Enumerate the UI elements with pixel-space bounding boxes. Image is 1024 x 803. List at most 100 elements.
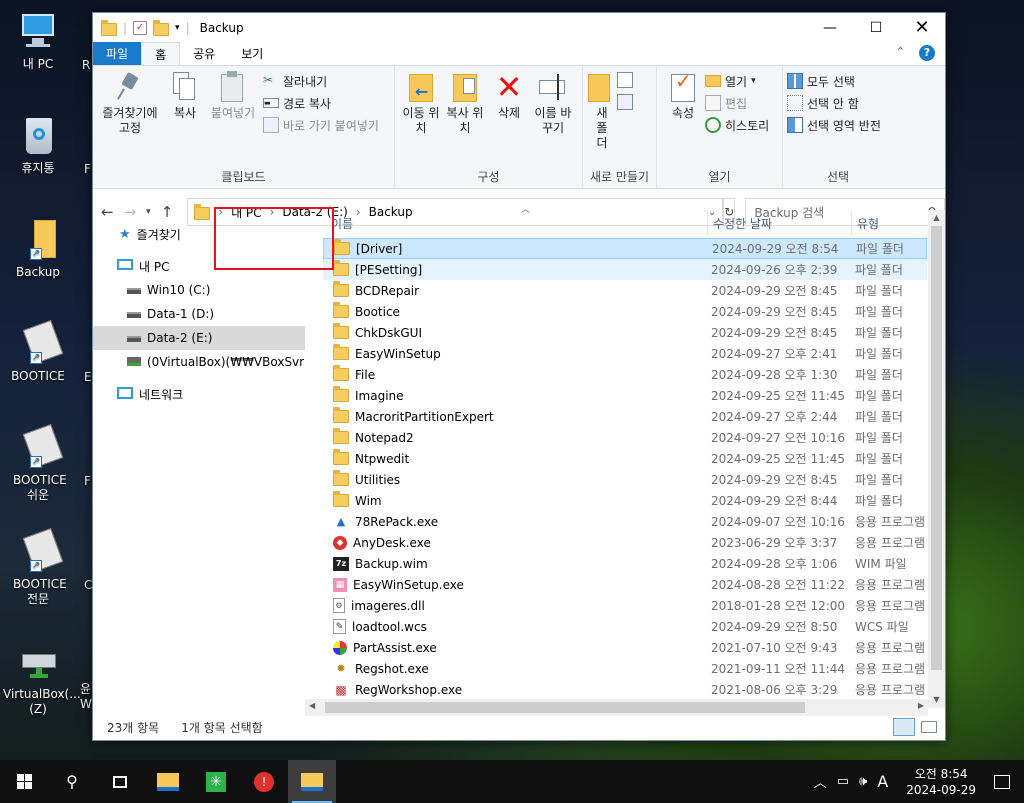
tray-expand-icon[interactable]: ︿ [814,772,827,791]
taskbar-app-green[interactable]: ✳ [192,760,240,803]
file-row[interactable]: Bootice 2024-09-29 오전 8:45 파일 폴더 [323,301,927,322]
scroll-left-icon[interactable]: ◀ [309,701,315,710]
column-type[interactable]: 유형 [857,215,879,232]
title-bar[interactable]: | ✓ ▾ | Backup — ☐ ✕ [93,13,945,42]
file-row[interactable]: [Driver] 2024-09-29 오전 8:54 파일 폴더 [323,238,927,259]
paste-button[interactable]: 붙여넣기 [207,70,259,136]
desktop-icon-bootice-easy[interactable]: ↗ BOOTICE 쉬운 [0,423,76,503]
edit-button[interactable]: 편집 [705,92,769,114]
select-all-button[interactable]: 모두 선택 [787,70,889,92]
file-row[interactable]: 7z Backup.wim 2024-09-28 오후 1:06 WIM 파일 [323,553,927,574]
file-row[interactable]: Imagine 2024-09-25 오전 11:45 파일 폴더 [323,385,927,406]
scrollbar-thumb[interactable] [325,702,805,713]
scrollbar-thumb[interactable] [931,226,942,670]
file-row[interactable]: File 2024-09-28 오후 1:30 파일 폴더 [323,364,927,385]
large-icons-view-icon[interactable] [921,721,937,733]
desktop-icon-virtualbox[interactable]: VirtualBox(... (Z) [0,640,81,717]
network-icon[interactable]: ▭ [837,774,849,789]
nav-item[interactable]: Data-1 (D:) [93,302,305,326]
file-row[interactable]: ⚙ imageres.dll 2018-01-28 오전 12:00 응용 프로그램 [323,595,927,616]
search-button[interactable]: ⚲ [48,760,96,803]
task-view-button[interactable] [96,760,144,803]
nav-item[interactable]: Data-2 (E:) [93,326,305,350]
file-type: 파일 폴더 [855,494,903,508]
file-row[interactable]: ◆ AnyDesk.exe 2023-06-29 오후 3:37 응용 프로그램 [323,532,927,553]
nav-item[interactable]: (0VirtualBox)(₩₩VBoxSvr) (Z:) [93,350,305,374]
file-row[interactable]: EasyWinSetup 2024-09-27 오후 2:41 파일 폴더 [323,343,927,364]
move-to-button[interactable]: ← 이동 위치 [399,70,443,136]
file-row[interactable]: BCDRepair 2024-09-29 오전 8:45 파일 폴더 [323,280,927,301]
new-folder-quick-icon[interactable] [153,20,170,36]
recycle-bin-icon [16,114,60,158]
clock[interactable]: 오전 8:54 2024-09-29 [906,766,976,798]
tab-share[interactable]: 공유 [180,42,228,65]
paste-shortcut-button[interactable]: 바로 가기 붙여넣기 [263,114,379,136]
history-button[interactable]: 히스토리 [705,114,769,136]
vertical-scrollbar[interactable]: ▲ ▼ [928,210,945,708]
scroll-right-icon[interactable]: ▶ [918,701,924,710]
cut-button[interactable]: ✂ 잘라내기 [263,70,379,92]
close-button[interactable]: ✕ [899,13,945,42]
taskbar-explorer-active[interactable] [288,760,336,803]
desktop-icon-bootice[interactable]: ↗ BOOTICE [0,319,76,384]
file-row[interactable]: ▦ EasyWinSetup.exe 2024-08-28 오전 11:22 응용 프… [323,574,927,595]
ime-indicator[interactable]: A [877,772,888,791]
notification-icon[interactable] [994,774,1010,789]
volume-icon[interactable]: 🕪 [859,774,867,789]
desktop-icon-recycle-bin[interactable]: 휴지통 [0,114,76,176]
nav-item-label: Data-1 (D:) [147,307,215,321]
column-name[interactable]: 이름 [331,215,353,232]
collapse-ribbon-icon[interactable]: ⌃ [896,45,905,61]
details-view-icon[interactable] [893,718,915,736]
taskbar-app-red[interactable]: ! [240,760,288,803]
edit-icon [705,95,721,111]
minimize-button[interactable]: — [807,13,853,42]
nav-item[interactable]: 네트워크 [93,382,305,406]
properties-button[interactable]: ✓ 속성 [661,70,705,136]
taskbar-explorer[interactable] [144,760,192,803]
scroll-up-icon[interactable]: ▲ [928,210,945,226]
file-row[interactable]: PartAssist.exe 2021-07-10 오전 9:43 응용 프로그램 [323,637,927,658]
copy-path-button[interactable]: ▬ 경로 복사 [263,92,379,114]
desktop-icon-this-pc[interactable]: 내 PC [0,10,76,72]
scroll-down-icon[interactable]: ▼ [928,692,945,708]
file-row[interactable]: [PESetting] 2024-09-26 오후 2:39 파일 폴더 [323,259,927,280]
properties-quick-icon[interactable]: ✓ [133,20,148,35]
maximize-button[interactable]: ☐ [853,13,899,42]
paste-icon [217,70,249,104]
file-row[interactable]: ✎ loadtool.wcs 2024-09-29 오전 8:50 WCS 파일 [323,616,927,637]
new-folder-button[interactable]: 새 폴더 [587,70,617,151]
file-row[interactable]: Ntpwedit 2024-09-25 오전 11:45 파일 폴더 [323,448,927,469]
easy-access-icon[interactable] [617,94,633,110]
pin-quick-access-button[interactable]: 즐겨찾기에 고정 [97,70,163,136]
file-row[interactable]: MacroritPartitionExpert 2024-09-27 오후 2:4… [323,406,927,427]
column-modified[interactable]: 수정한 날짜 [713,215,772,232]
taskbar: ⚲ ✳ ! ︿ ▭ 🕪 A 오전 8:54 2024-09-29 [0,760,1024,803]
rename-button[interactable]: 이름 바꾸기 [531,70,575,136]
chevron-down-icon[interactable]: ▾ [175,23,180,33]
nav-item-label: 즐겨찾기 [136,227,181,242]
file-row[interactable]: Wim 2024-09-29 오전 8:44 파일 폴더 [323,490,927,511]
copy-button[interactable]: 복사 [163,70,207,136]
tab-file[interactable]: 파일 [93,42,142,65]
copy-to-button[interactable]: 복사 위치 [443,70,487,136]
file-row[interactable]: ▲ 78RePack.exe 2024-09-07 오전 10:16 응용 프로그램 [323,511,927,532]
file-row[interactable]: Notepad2 2024-09-27 오전 10:16 파일 폴더 [323,427,927,448]
tab-view[interactable]: 보기 [228,42,276,65]
file-row[interactable]: Utilities 2024-09-29 오전 8:45 파일 폴더 [323,469,927,490]
file-row[interactable]: ChkDskGUI 2024-09-29 오전 8:45 파일 폴더 [323,322,927,343]
tab-home[interactable]: 홈 [141,42,181,65]
file-type: 파일 폴더 [855,305,903,319]
file-row[interactable]: ✹ Regshot.exe 2021-09-11 오전 11:44 응용 프로그램 [323,658,927,679]
select-none-button[interactable]: 선택 안 함 [787,92,889,114]
invert-selection-button[interactable]: 선택 영역 반전 [787,114,889,136]
nav-item[interactable]: Win10 (C:) [93,278,305,302]
help-icon[interactable]: ? [919,45,935,61]
delete-button[interactable]: ✕ 삭제 [487,70,531,136]
open-button[interactable]: 열기 ▾ [705,70,769,92]
desktop-icon-backup[interactable]: ↗ Backup [0,218,76,280]
desktop-icon-bootice-pro[interactable]: ↗ BOOTICE 전문 [0,527,76,607]
file-row[interactable]: ▩ RegWorkshop.exe 2021-08-06 오후 3:29 응용 프로그… [323,679,927,700]
new-item-icon[interactable] [617,72,633,88]
start-button[interactable] [0,760,48,803]
